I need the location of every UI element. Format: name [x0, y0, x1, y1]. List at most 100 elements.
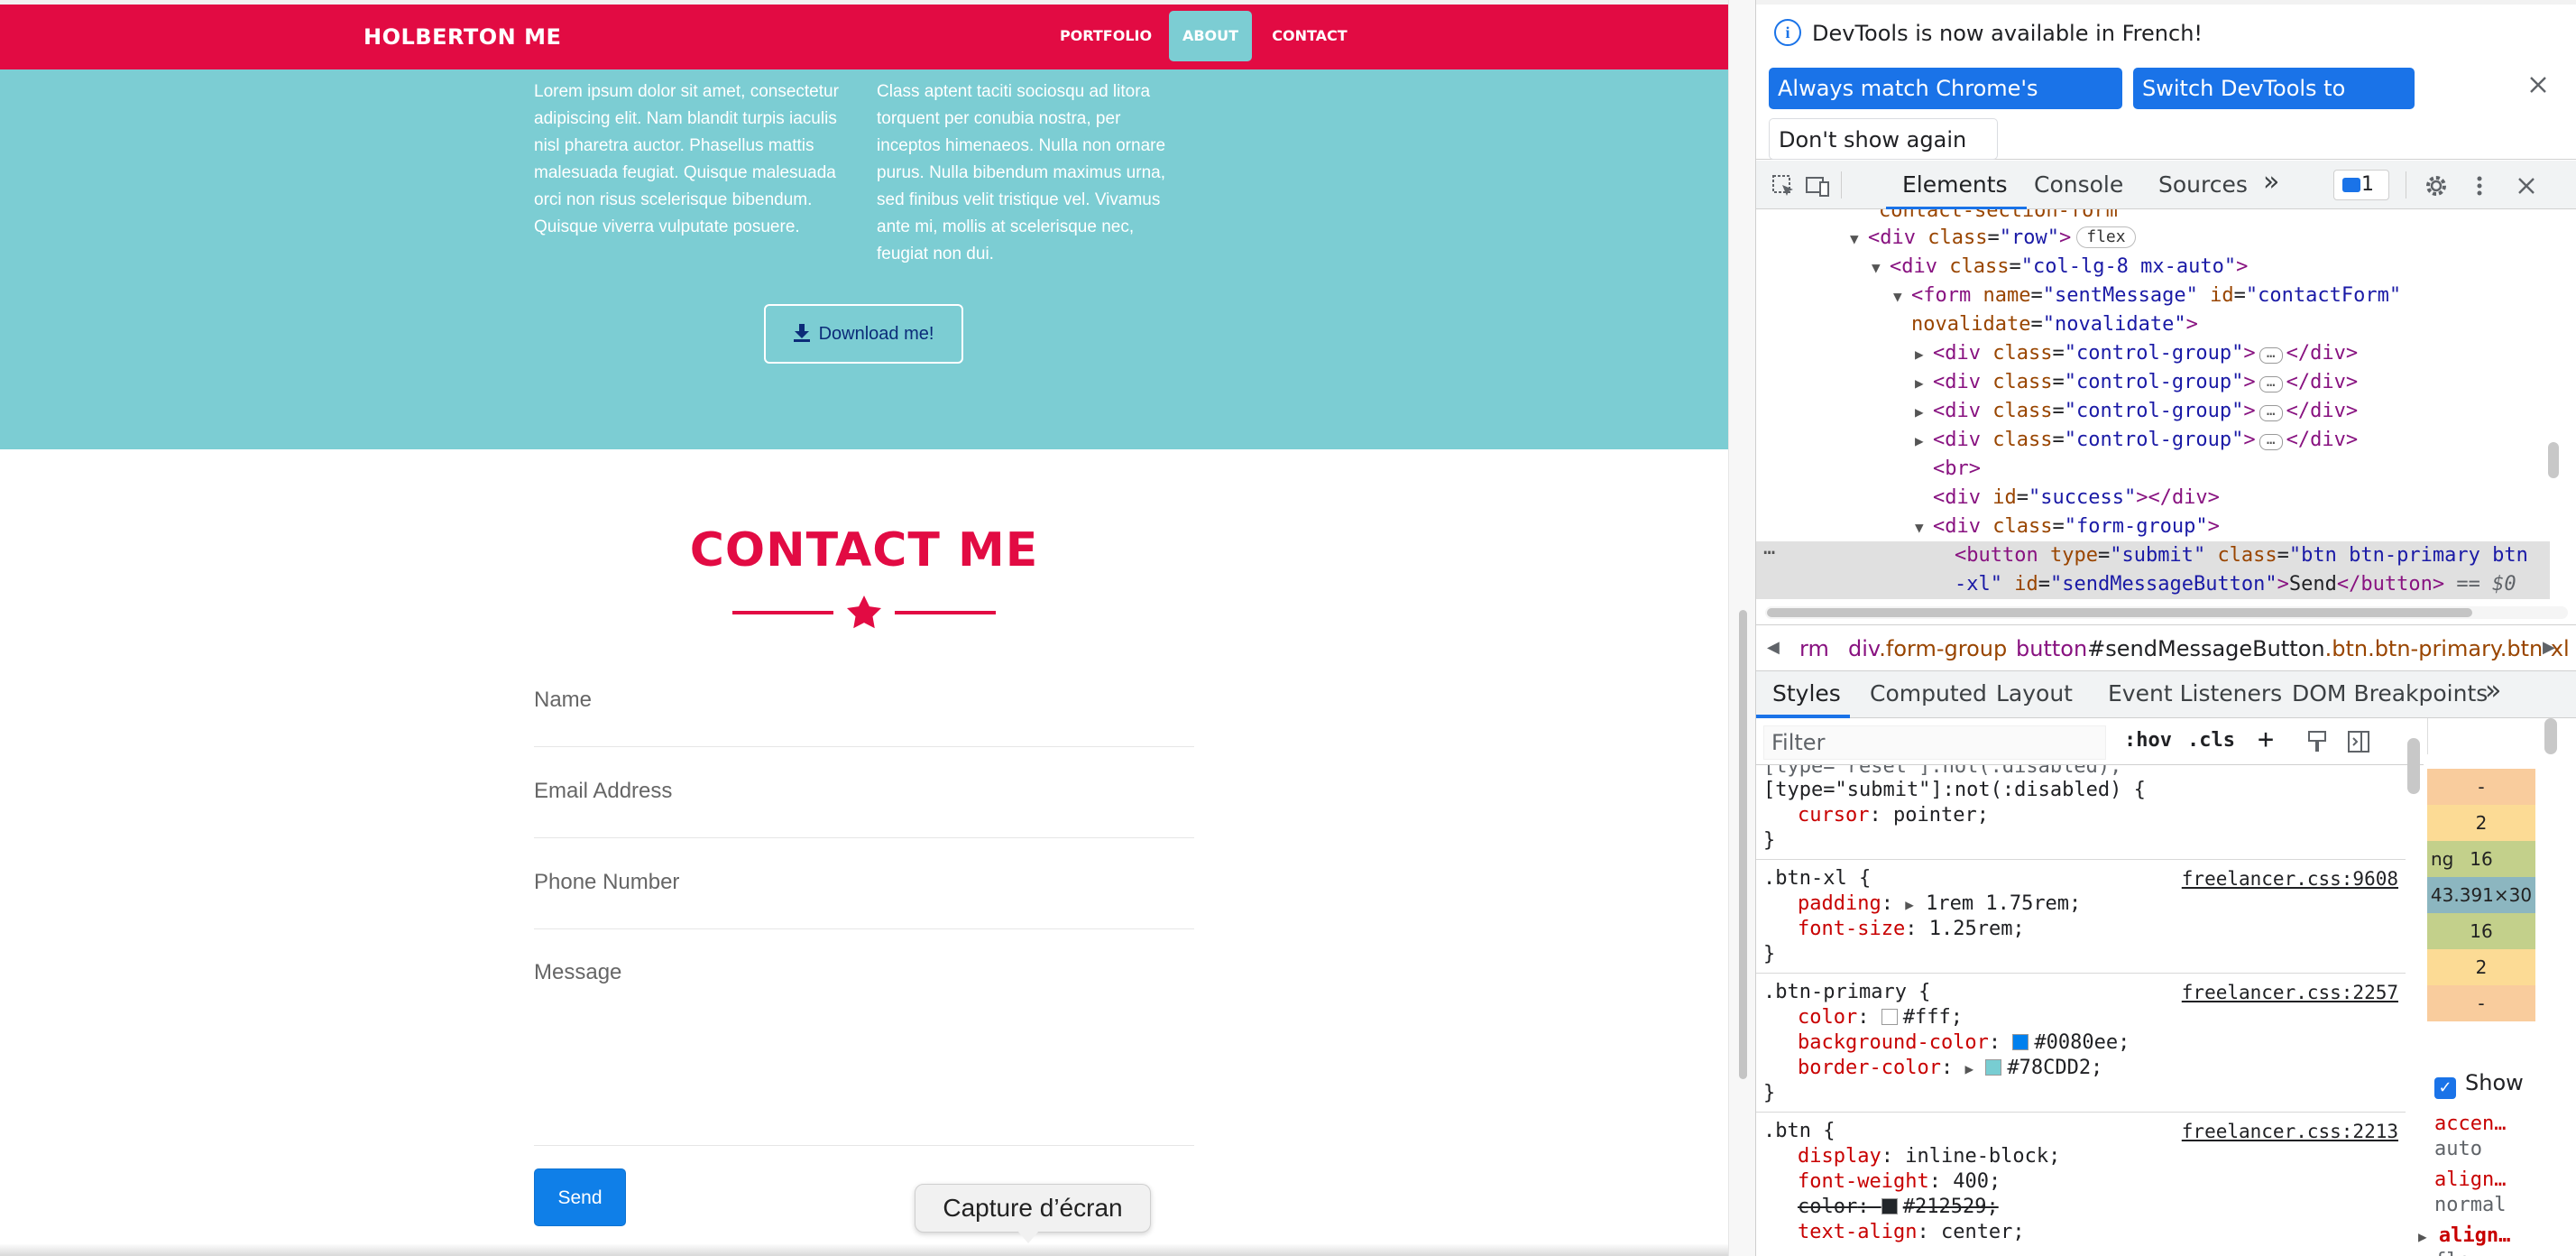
device-toolbar-icon[interactable]: [1805, 173, 1830, 199]
email-field[interactable]: Email Address: [534, 747, 1194, 838]
rule-property[interactable]: background-color: #0080ee;: [1798, 1030, 2130, 1056]
rule-source-link[interactable]: freelancer.css:2213: [2182, 1119, 2398, 1144]
show-all-checkbox[interactable]: ✓ Show: [2434, 1070, 2524, 1099]
styles-filter-input[interactable]: Filter: [1763, 725, 2106, 760]
computed-property[interactable]: align…: [2434, 1168, 2570, 1193]
breadcrumb-right-arrow-icon[interactable]: ▶: [2543, 638, 2555, 657]
color-swatch[interactable]: [2012, 1034, 2029, 1050]
kebab-menu-icon[interactable]: [2467, 173, 2492, 199]
rule-property[interactable]: font-size: 1.25rem;: [1798, 917, 2025, 942]
dom-node-control-group[interactable]: ▶ <div class="control-group">… </div>: [1915, 426, 2576, 455]
inspect-icon[interactable]: [1771, 173, 1796, 199]
elements-scrollbar-thumb[interactable]: [2548, 442, 2559, 478]
download-button[interactable]: Download me!: [764, 304, 963, 364]
sidebar-toggle-icon[interactable]: [2346, 729, 2371, 754]
divider-line-right: [895, 611, 996, 614]
computed-property-expanded[interactable]: ▶ align…: [2418, 1224, 2570, 1249]
page-scrollbar[interactable]: [1728, 0, 1755, 1256]
nav-about[interactable]: ABOUT: [1169, 11, 1252, 61]
elements-horizontal-thumb[interactable]: [1767, 608, 2472, 617]
tab-event-listeners[interactable]: Event Listeners: [2108, 680, 2282, 706]
rule-selector: .btn-primary {: [1763, 981, 1931, 1003]
rule-source-link[interactable]: freelancer.css:2257: [2182, 980, 2398, 1005]
new-rule-icon[interactable]: +: [2258, 724, 2274, 755]
dom-node-col[interactable]: ▼ <div class="col-lg-8 mx-auto">: [1872, 253, 2576, 282]
tab-sources[interactable]: Sources: [2158, 171, 2248, 198]
dom-node-control-group[interactable]: ▶ <div class="control-group">… </div>: [1915, 339, 2576, 368]
computed-property[interactable]: accen…: [2434, 1112, 2570, 1137]
brand-link[interactable]: HOLBERTON ME: [363, 24, 561, 50]
box-model-padding-top: ng 16: [2427, 841, 2535, 877]
dom-node-control-group[interactable]: ▶ <div class="control-group">… </div>: [1915, 368, 2576, 397]
tab-styles[interactable]: Styles: [1772, 680, 1841, 706]
color-swatch[interactable]: [1985, 1059, 2002, 1076]
class-toggle[interactable]: .cls: [2187, 729, 2235, 752]
about-text-line: Quisque viverra vulputate posuere.: [534, 217, 800, 236]
dom-node-success[interactable]: <div id="success"></div>: [1933, 484, 2576, 513]
styles-scrollbar-thumb[interactable]: [2407, 738, 2420, 794]
breadcrumb-left-arrow-icon[interactable]: ◀: [1767, 638, 1780, 657]
about-text-line: torquent per conubia nostra, per: [877, 109, 1121, 128]
color-swatch[interactable]: [1881, 1198, 1898, 1214]
dont-show-again-button[interactable]: Don't show again: [1769, 118, 1998, 160]
phone-placeholder: Phone Number: [534, 870, 680, 894]
rule-selector: .btn-xl {: [1763, 867, 1872, 890]
phone-field[interactable]: Phone Number: [534, 838, 1194, 929]
more-style-tabs-icon[interactable]: »: [2485, 675, 2501, 706]
dom-node-selected-button[interactable]: … <button type="submit" class="btn btn-p…: [1756, 537, 2550, 599]
tab-console[interactable]: Console: [2034, 171, 2123, 198]
message-field[interactable]: Message: [534, 929, 1194, 1146]
send-button[interactable]: Send: [534, 1168, 626, 1226]
flex-badge[interactable]: flex: [2076, 226, 2136, 248]
rule-property[interactable]: padding: ▶ 1rem 1.75rem;: [1798, 891, 2081, 917]
nav-portfolio[interactable]: PORTFOLIO: [1052, 11, 1160, 61]
navbar: HOLBERTON ME PORTFOLIO ABOUT CONTACT: [0, 5, 1728, 69]
switch-french-button[interactable]: Switch DevTools to French: [2133, 68, 2415, 143]
download-icon: [793, 324, 810, 342]
bottom-shadow: [0, 1243, 1728, 1256]
more-tabs-icon[interactable]: »: [2263, 166, 2279, 198]
rule-property[interactable]: display: inline-block;: [1798, 1144, 2060, 1169]
tab-dom-breakpoints[interactable]: DOM Breakpoints: [2292, 680, 2488, 706]
dom-node-form-attr[interactable]: novalidate="novalidate">: [1911, 310, 2576, 339]
rule-property-overridden[interactable]: color: #212529;: [1798, 1195, 1999, 1220]
tab-computed[interactable]: Computed: [1870, 680, 1987, 706]
tab-elements[interactable]: Elements: [1902, 171, 2008, 198]
name-field[interactable]: Name: [534, 668, 1194, 747]
close-icon[interactable]: [2523, 69, 2553, 100]
tab-layout[interactable]: Layout: [1996, 680, 2073, 706]
about-text-line: sed finibus velit tristique vel. Vivamus: [877, 190, 1161, 209]
dom-node-form-group[interactable]: ▼ <div class="form-group">: [1915, 513, 2576, 541]
star-icon: [847, 596, 881, 629]
hover-state-toggle[interactable]: :hov: [2124, 729, 2172, 752]
box-model-scrollbar-thumb[interactable]: [2544, 718, 2557, 754]
web-page: HOLBERTON ME PORTFOLIO ABOUT CONTACT Lor…: [0, 0, 1728, 1256]
breadcrumb-item[interactable]: rm: [1799, 636, 1829, 661]
rule-property[interactable]: text-align: center;: [1798, 1220, 2025, 1245]
rule-source-link[interactable]: freelancer.css:9608: [2182, 866, 2398, 891]
rule-property[interactable]: color: #fff;: [1798, 1005, 1963, 1030]
dom-node-form[interactable]: ▼ <form name="sentMessage" id="contactFor…: [1893, 282, 2576, 310]
computed-value: flex-…: [2434, 1249, 2570, 1256]
about-text-line: purus. Nulla bibendum maximus urna,: [877, 163, 1165, 182]
dom-node-br[interactable]: <br>: [1933, 455, 2576, 484]
elements-horizontal-scrollbar[interactable]: [1765, 606, 2568, 619]
match-language-button[interactable]: Always match Chrome's language: [1769, 68, 2122, 143]
box-model-border-top: 2: [2427, 805, 2535, 841]
close-devtools-icon[interactable]: [2514, 173, 2539, 199]
color-swatch[interactable]: [1881, 1009, 1898, 1025]
dom-node-row[interactable]: ▼ <div class="row"> flex: [1850, 224, 2576, 253]
page-scrollbar-thumb[interactable]: [1739, 610, 1747, 1079]
paint-brush-icon[interactable]: [2305, 729, 2330, 754]
messages-badge[interactable]: 1: [2333, 170, 2389, 200]
rule-property[interactable]: border-color: ▶ #78CDD2;: [1798, 1056, 2102, 1081]
rule-selector: [type="submit"]:not(:disabled) {: [1763, 779, 2146, 801]
breadcrumb-item-selected[interactable]: button#sendMessageButton.btn.btn-primary…: [2016, 636, 2570, 661]
dom-node-control-group[interactable]: ▶ <div class="control-group">… </div>: [1915, 397, 2576, 426]
breadcrumb-item[interactable]: div.form-group: [1848, 636, 2007, 661]
nav-contact[interactable]: CONTACT: [1265, 11, 1355, 61]
rule-property[interactable]: cursor: pointer;: [1798, 803, 1989, 828]
breadcrumb: ◀ rm div.form-group button#sendMessageBu…: [1756, 624, 2576, 671]
gear-icon[interactable]: [2424, 173, 2449, 199]
rule-property[interactable]: font-weight: 400;: [1798, 1169, 2001, 1195]
